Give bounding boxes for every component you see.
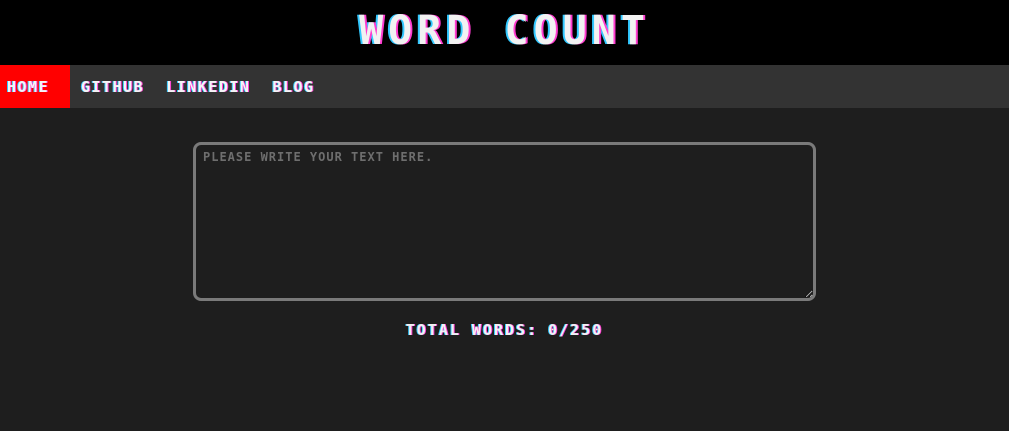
nav-item-blog[interactable]: BLOG bbox=[261, 65, 325, 108]
word-counter-label: TOTAL WORDS: bbox=[405, 321, 539, 339]
nav-item-home[interactable]: HOME bbox=[0, 65, 70, 108]
word-counter: TOTAL WORDS: 0/250 bbox=[406, 321, 604, 339]
text-input[interactable] bbox=[193, 142, 816, 301]
nav-item-github[interactable]: GITHUB bbox=[70, 65, 155, 108]
text-input-container bbox=[193, 142, 816, 301]
top-nav: HOME GITHUB LINKEDIN BLOG bbox=[0, 65, 1009, 108]
word-counter-value: 0/250 bbox=[548, 321, 604, 339]
nav-item-linkedin[interactable]: LINKEDIN bbox=[155, 65, 261, 108]
main-content: TOTAL WORDS: 0/250 bbox=[0, 108, 1009, 339]
page-title: WORD COUNT bbox=[359, 7, 650, 54]
site-header: WORD COUNT bbox=[0, 0, 1009, 65]
